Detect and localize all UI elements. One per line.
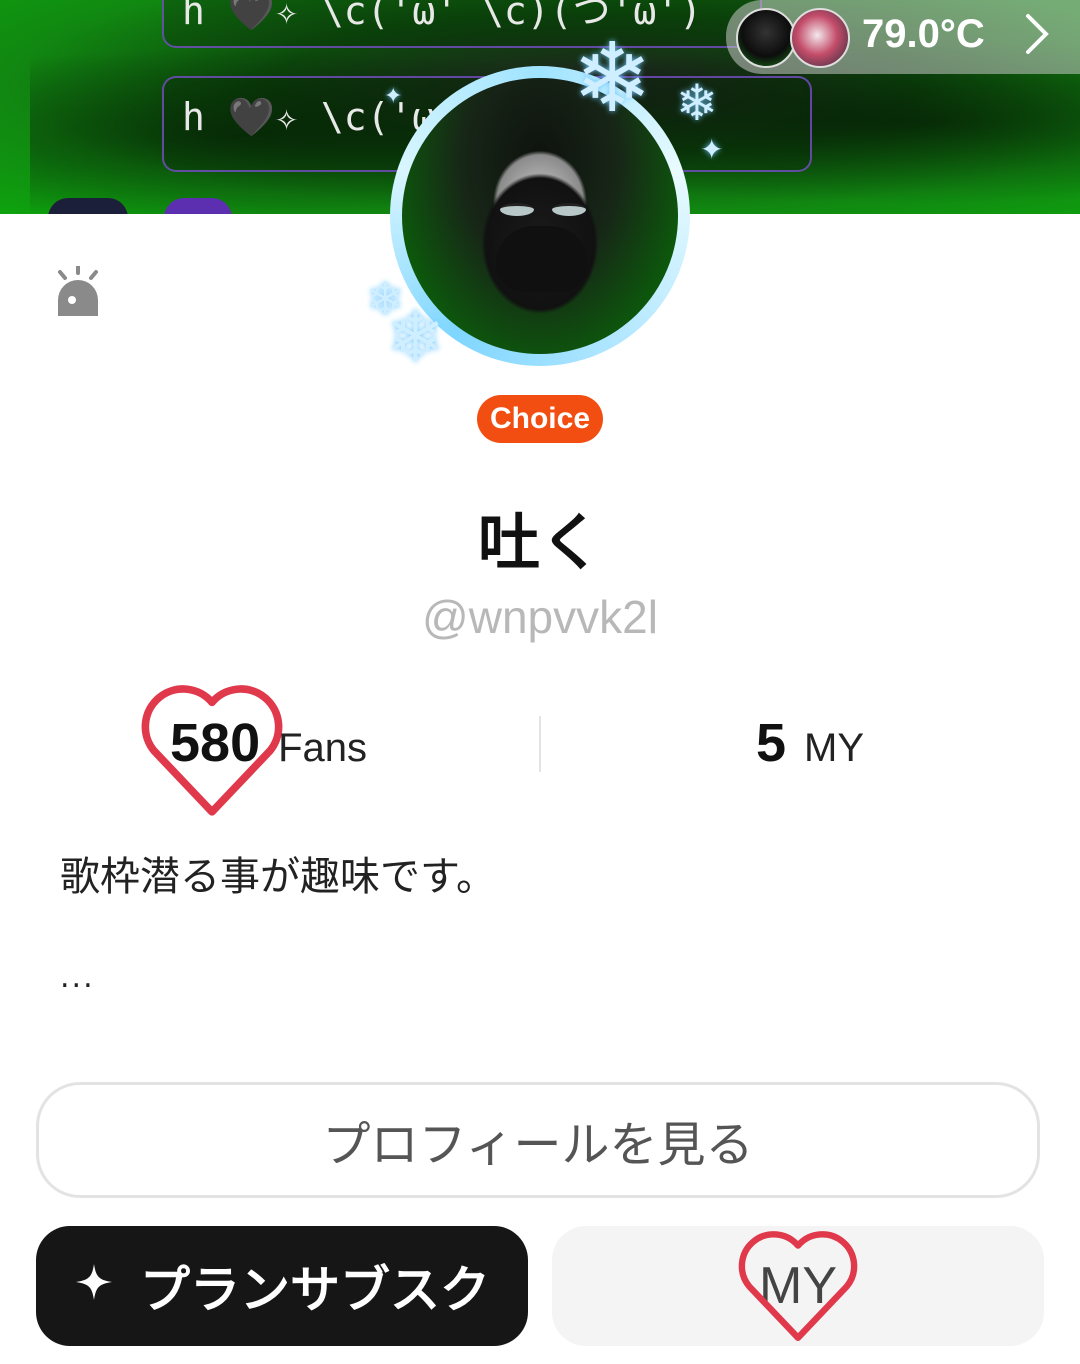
avatar bbox=[790, 8, 850, 68]
stats-divider bbox=[539, 716, 541, 772]
banner-decoration bbox=[164, 198, 232, 214]
temperature-pill[interactable]: 79.0°C bbox=[726, 0, 1080, 74]
avatar bbox=[736, 8, 796, 68]
snowflake-icon: ✦ bbox=[384, 84, 403, 109]
plan-subscribe-button[interactable]: プランサブスク bbox=[36, 1226, 528, 1346]
snowflake-icon: ❄ bbox=[386, 296, 445, 378]
snowflake-icon: ❄ bbox=[676, 74, 718, 132]
choice-badge: Choice bbox=[477, 395, 603, 443]
my-stat[interactable]: 5 MY bbox=[756, 712, 864, 774]
user-handle: @wnpvvk2l bbox=[422, 591, 658, 643]
plan-subscribe-label: プランサブスク bbox=[140, 1261, 490, 1319]
banner-decoration bbox=[48, 198, 128, 214]
fans-count: 580 bbox=[170, 713, 261, 773]
profile-avatar[interactable]: ❄ ❄ ✦ ❄ ❄ ✦ bbox=[366, 30, 723, 372]
alarm-icon[interactable] bbox=[56, 264, 100, 318]
sparkle-icon bbox=[74, 1259, 114, 1313]
heart-icon bbox=[738, 1231, 858, 1341]
snowflake-icon: ✦ bbox=[700, 133, 724, 166]
display-name: 吐く bbox=[477, 506, 602, 579]
bio-text: 歌枠潜る事が趣味です。 bbox=[60, 854, 496, 900]
snowflake-icon: ❄ bbox=[572, 22, 653, 134]
banner-chat-bubble: h 🖤✧ \c('ω' \c)(つ'ω') bbox=[162, 0, 762, 48]
temperature-value: 79.0°C bbox=[862, 12, 985, 56]
my-count: 5 bbox=[756, 713, 787, 773]
my-label: MY bbox=[804, 726, 865, 770]
chevron-right-icon bbox=[1022, 10, 1052, 67]
view-profile-button[interactable]: プロフィールを見る bbox=[36, 1082, 1040, 1198]
bio-more[interactable]: ... bbox=[60, 960, 95, 995]
fans-label: Fans bbox=[278, 726, 368, 770]
